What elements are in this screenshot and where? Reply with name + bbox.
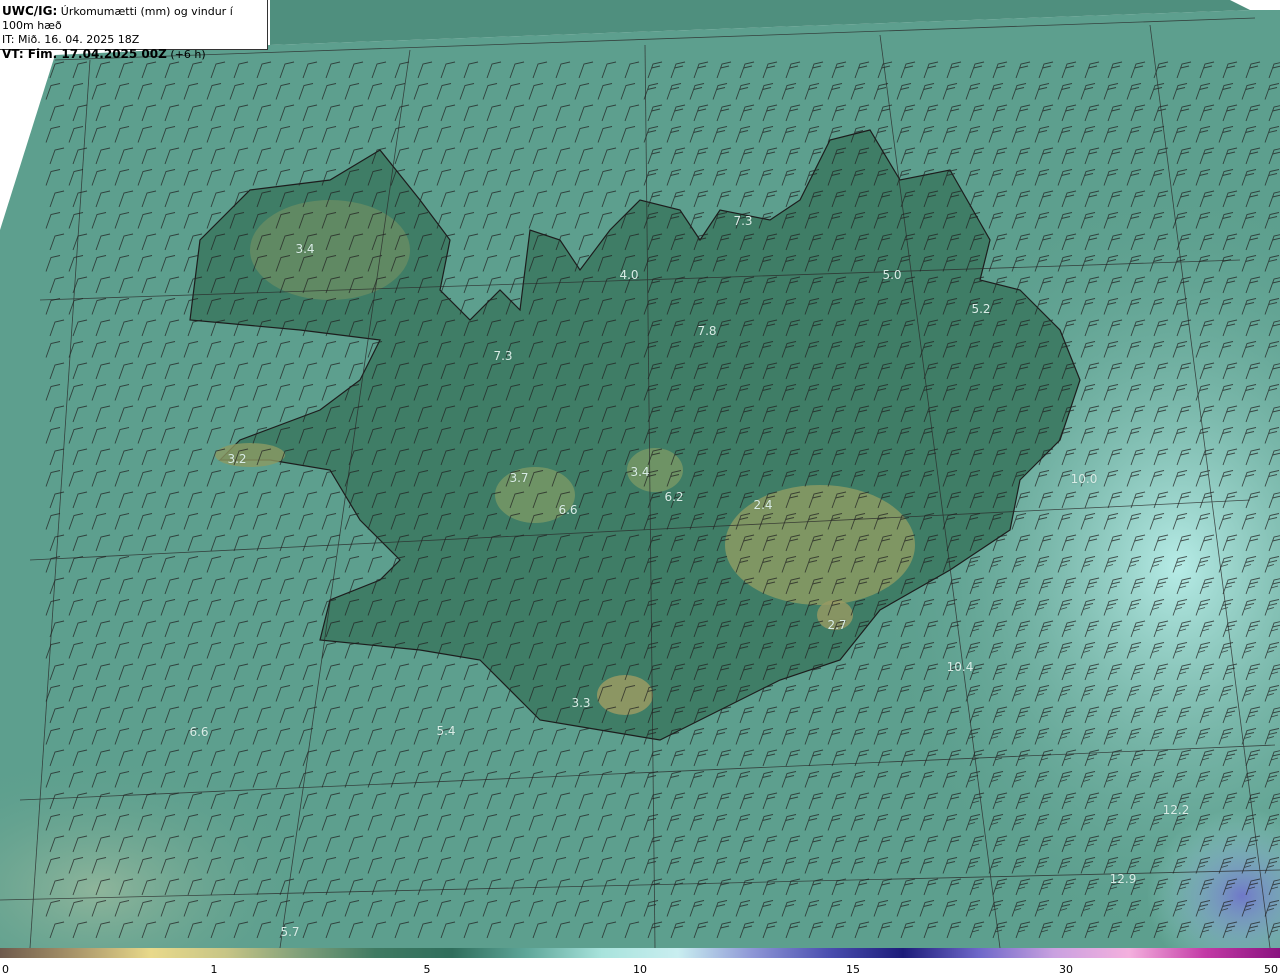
color-scale-segment [1129, 948, 1205, 958]
value-label: 10.0 [1070, 472, 1098, 486]
lead-time: (+6 h) [170, 48, 206, 61]
color-scale-segment [526, 948, 603, 958]
scale-tick: 30 [1059, 963, 1073, 976]
value-label: 2.7 [827, 618, 847, 632]
color-scale-segment [602, 948, 678, 958]
value-label: 7.8 [697, 324, 717, 338]
scale-tick: 1 [210, 963, 218, 976]
model-name: UWC/IG: [2, 4, 58, 18]
value-label: 3.3 [571, 696, 591, 710]
value-label: 6.2 [664, 490, 684, 504]
scale-tick: 5 [423, 963, 431, 976]
value-label: 5.7 [280, 925, 300, 939]
color-scale-segment [75, 948, 151, 958]
init-time: IT: Mið. 16. 04. 2025 18Z [2, 33, 140, 46]
color-scale-segment [376, 948, 452, 958]
value-label: 5.4 [436, 724, 456, 738]
color-scale-segment [451, 948, 527, 958]
value-label: 4.0 [619, 268, 639, 282]
color-scale-segment [1053, 948, 1130, 958]
value-label: 6.6 [558, 503, 578, 517]
value-label: 5.0 [882, 268, 902, 282]
value-label: 6.6 [189, 725, 209, 739]
value-label: 7.3 [733, 214, 753, 228]
color-scale-segment [677, 948, 753, 958]
value-label: 3.4 [295, 242, 315, 256]
value-label: 12.9 [1109, 872, 1137, 886]
color-scale-segment [752, 948, 829, 958]
value-label: 3.4 [630, 465, 650, 479]
color-scale-segment [0, 948, 76, 958]
color-scale-ticks: 0 1 5 10 15 30 50 [0, 960, 1280, 978]
value-label: 12.2 [1162, 803, 1190, 817]
color-scale-segment [301, 948, 377, 958]
value-label: 2.4 [753, 498, 773, 512]
scale-tick: 15 [846, 963, 860, 976]
color-scale-segment [903, 948, 979, 958]
scale-tick: 10 [633, 963, 647, 976]
value-label: 3.2 [227, 452, 247, 466]
valid-time: VT: Fim. 17.04.2025 00Z [2, 47, 167, 61]
color-scale-bar [0, 948, 1280, 958]
value-label: 10.4 [946, 660, 974, 674]
color-scale-segment [828, 948, 904, 958]
valid-time-line: VT: Fim. 17.04.2025 00Z (+6 h) [2, 47, 267, 62]
scale-tick: 0 [2, 963, 9, 976]
value-labels: 3.4 7.3 4.0 5.0 5.2 7.8 7.3 3.2 3.7 3.4 … [0, 0, 1280, 948]
color-scale-segment [225, 948, 302, 958]
value-label: 3.7 [509, 471, 529, 485]
title-line: UWC/IG: Úrkomumætti (mm) og vindur í 100… [2, 4, 267, 33]
color-scale-segment [1204, 948, 1280, 958]
value-label: 7.3 [493, 349, 513, 363]
scale-tick: 50 [1264, 963, 1278, 976]
color-scale-segment [150, 948, 226, 958]
color-scale-segment [978, 948, 1054, 958]
map-info-box: UWC/IG: Úrkomumætti (mm) og vindur í 100… [0, 0, 268, 61]
value-label: 5.2 [971, 302, 991, 316]
